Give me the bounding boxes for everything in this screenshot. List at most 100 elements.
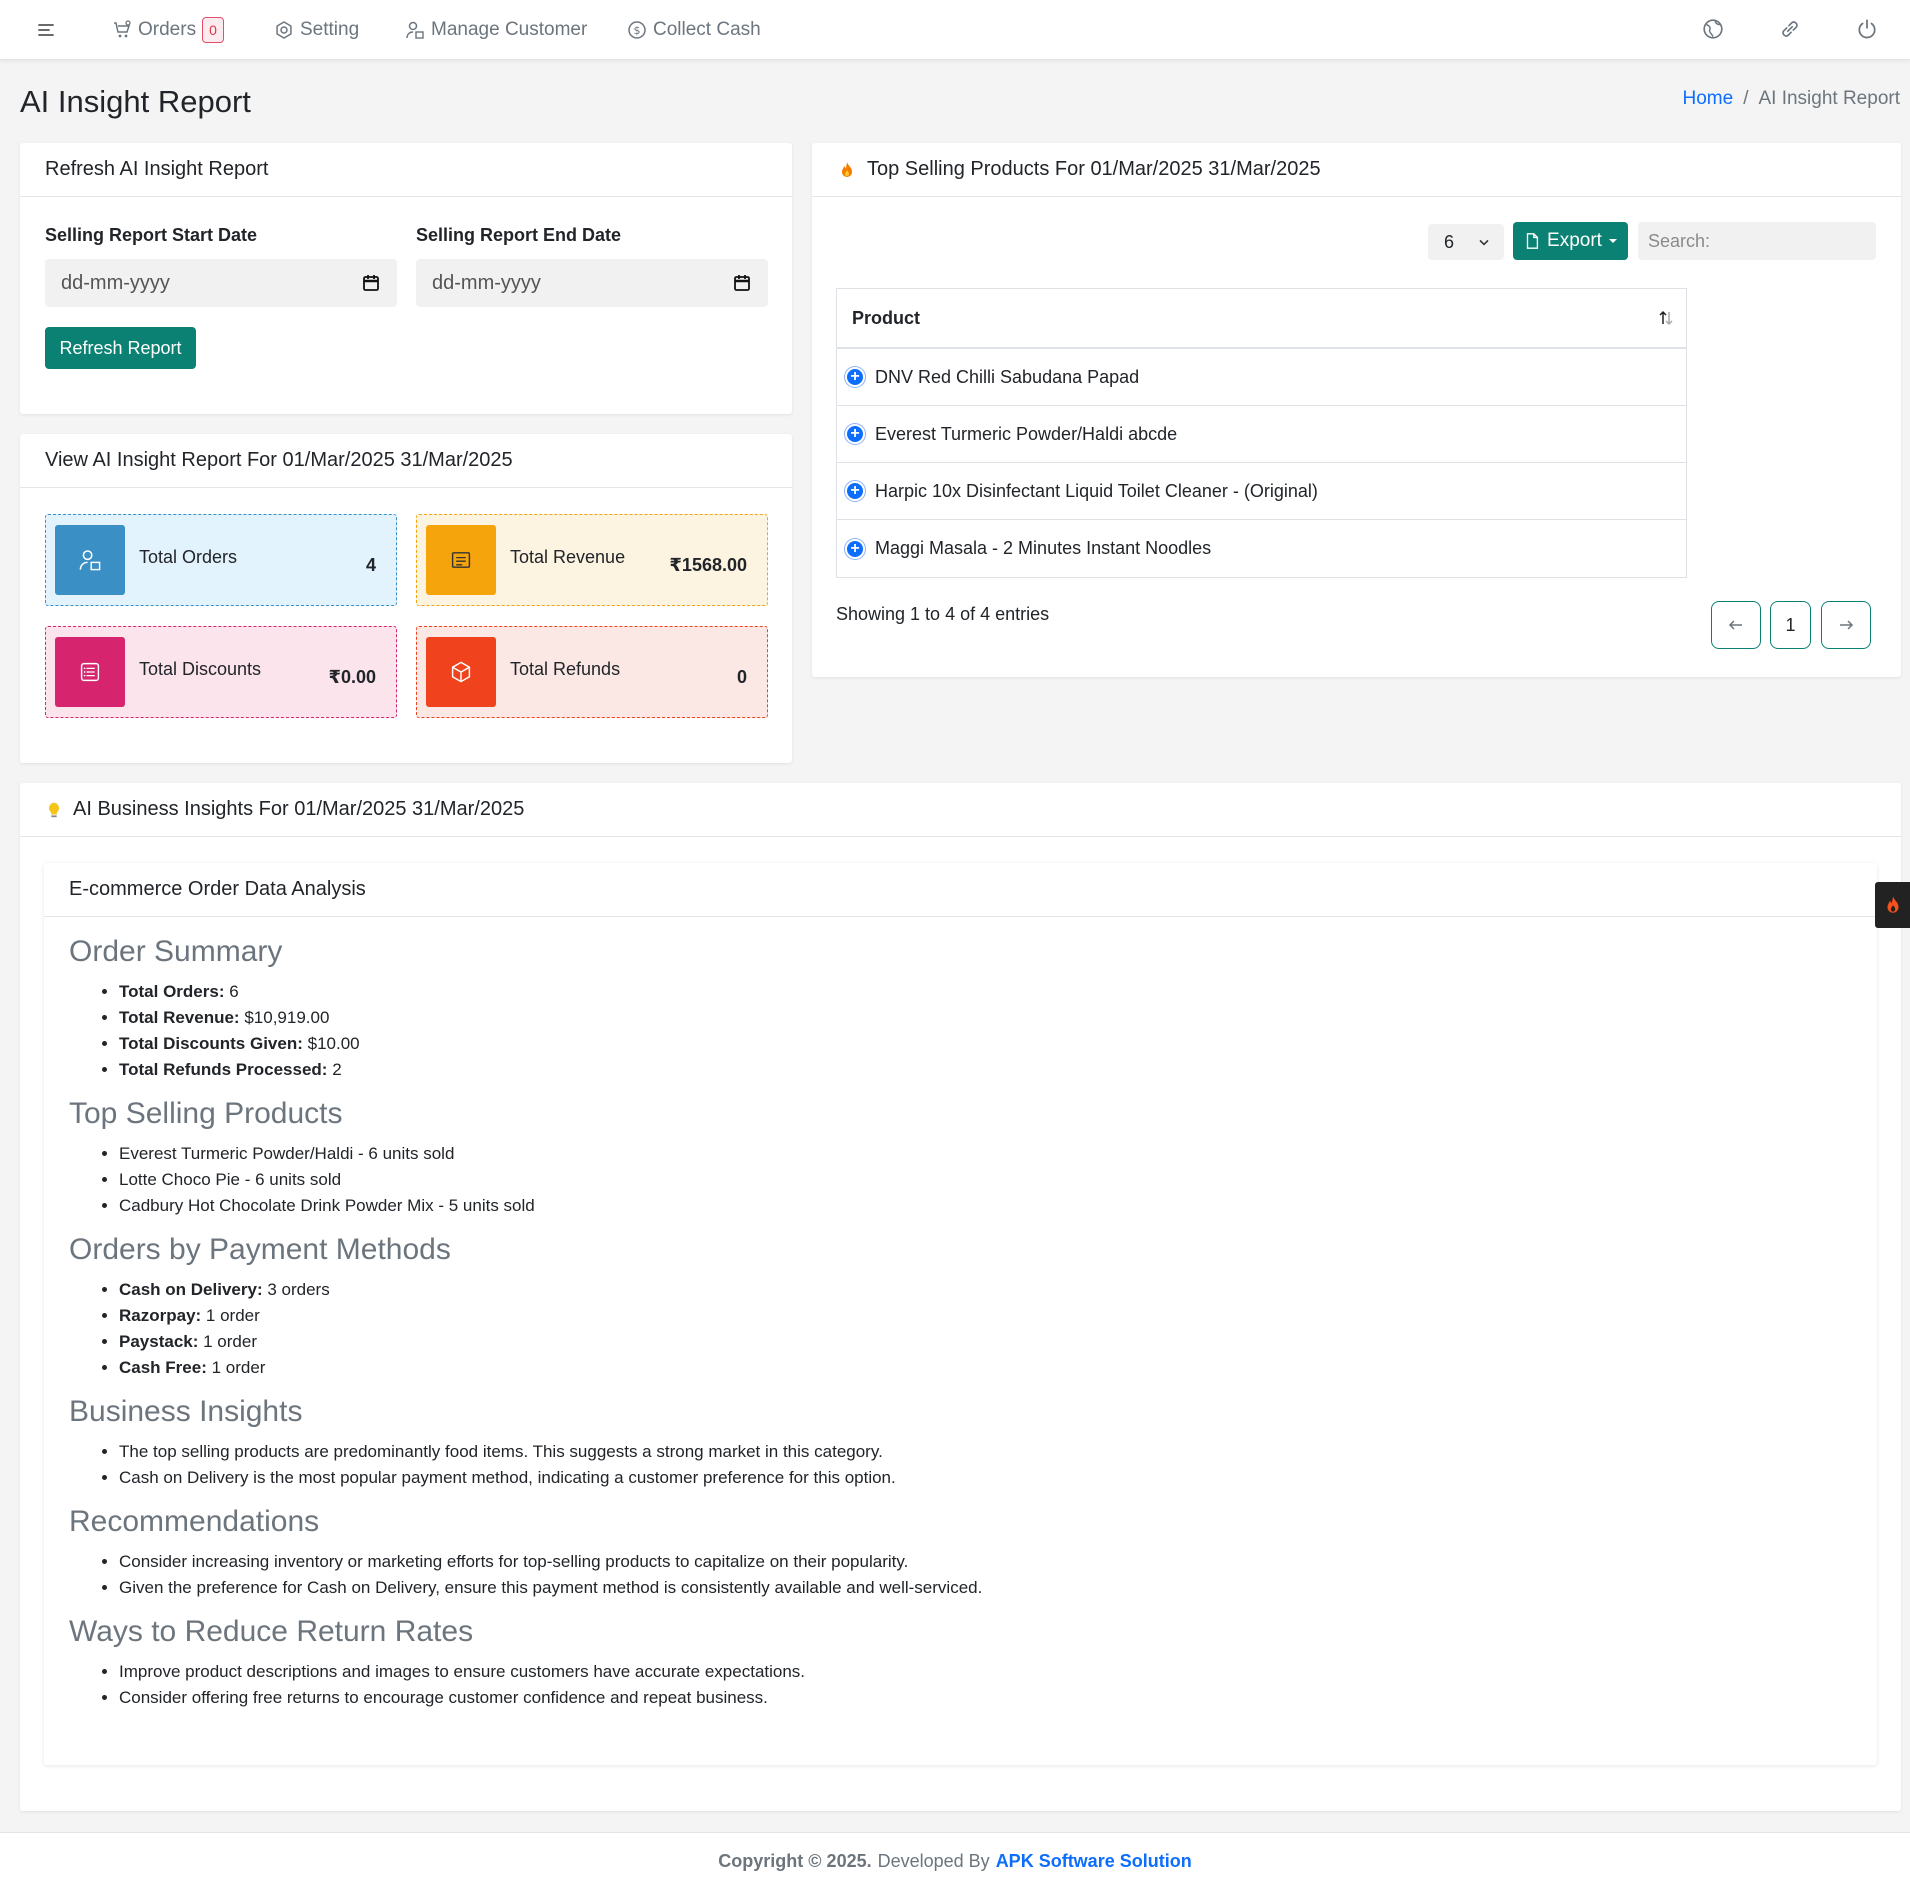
refresh-report-button[interactable]: Refresh Report (45, 327, 196, 369)
footer: Copyright © 2025. Developed By APK Softw… (0, 1832, 1910, 1890)
item-value: 3 orders (267, 1280, 330, 1299)
item-value: $10,919.00 (244, 1008, 330, 1027)
products-table: Product + DNV Red Chilli Sabudana Papad … (836, 288, 1687, 578)
nav-collect-cash-label: Collect Cash (653, 19, 761, 40)
list-icon (55, 637, 125, 707)
top-navbar: Orders 0 Setting Manage Customer $ Colle… (0, 0, 1910, 60)
item-label: Total Refunds Processed: (119, 1060, 328, 1079)
payment-methods-list: Cash on Delivery: 3 orders Razorpay: 1 o… (69, 1277, 1852, 1381)
total-discounts-label: Total Discounts (139, 658, 262, 679)
nav-manage-customer[interactable]: Manage Customer (405, 16, 587, 44)
receipt-icon (426, 525, 496, 595)
list-item: Total Discounts Given: $10.00 (119, 1031, 1852, 1057)
menu-icon[interactable] (32, 16, 60, 44)
top-products-list: Everest Turmeric Powder/Haldi - 6 units … (69, 1141, 1852, 1219)
chevron-down-icon (1479, 239, 1489, 246)
item-value: 1 order (211, 1358, 266, 1377)
total-orders-box: Total Orders 4 (45, 514, 397, 606)
power-icon[interactable] (1852, 14, 1882, 44)
list-item: Lotte Choco Pie - 6 units sold (119, 1167, 1852, 1193)
refresh-report-card: Refresh AI Insight Report Selling Report… (20, 143, 792, 414)
box-icon (426, 637, 496, 707)
list-item: Razorpay: 1 order (119, 1303, 1852, 1329)
breadcrumb-current: AI Insight Report (1758, 88, 1900, 109)
total-revenue-value: ₹1568.00 (669, 554, 747, 575)
next-page-button[interactable] (1821, 601, 1871, 649)
link-icon[interactable] (1775, 14, 1805, 44)
item-value: 1 order (205, 1306, 260, 1325)
total-refunds-box: Total Refunds 0 (416, 626, 768, 718)
search-placeholder: Search: (1648, 230, 1711, 251)
list-item: Total Revenue: $10,919.00 (119, 1005, 1852, 1031)
nav-orders-label: Orders (138, 19, 197, 40)
start-date-input[interactable]: dd-mm-yyyy (45, 259, 397, 307)
return-rates-heading: Ways to Reduce Return Rates (69, 1615, 474, 1648)
refresh-card-title: Refresh AI Insight Report (20, 143, 792, 197)
arrow-left-icon (1728, 620, 1742, 630)
item-label: Total Orders: (119, 982, 225, 1001)
list-item: Cash Free: 1 order (119, 1355, 1852, 1381)
analysis-title: E-commerce Order Data Analysis (44, 863, 1877, 917)
product-column-header[interactable]: Product (837, 289, 1686, 349)
side-fire-tab[interactable] (1875, 882, 1910, 928)
page-button-1[interactable]: 1 (1770, 601, 1811, 649)
start-date-placeholder: dd-mm-yyyy (61, 271, 170, 294)
page-size-select[interactable]: 6 (1428, 224, 1504, 260)
globe-icon[interactable] (1698, 14, 1728, 44)
total-revenue-box: Total Revenue ₹1568.00 (416, 514, 768, 606)
coin-icon: $ (628, 21, 646, 39)
item-label: Total Discounts Given: (119, 1034, 303, 1053)
table-row: + Harpic 10x Disinfectant Liquid Toilet … (837, 463, 1686, 520)
list-item: Cash on Delivery is the most popular pay… (119, 1465, 1852, 1491)
nav-orders[interactable]: Orders 0 (112, 16, 225, 44)
analysis-card: E-commerce Order Data Analysis Order Sum… (44, 863, 1877, 1765)
expand-row-icon[interactable]: + (845, 481, 865, 501)
previous-page-button[interactable] (1711, 601, 1761, 649)
top-selling-header: Top Selling Products For 01/Mar/2025 31/… (812, 143, 1901, 197)
list-item: Total Refunds Processed: 2 (119, 1057, 1852, 1083)
list-item: Given the preference for Cash on Deliver… (119, 1575, 1852, 1601)
nav-collect-cash[interactable]: $ Collect Cash (627, 16, 761, 44)
sort-icon[interactable] (1656, 308, 1676, 328)
nav-setting-label: Setting (300, 19, 360, 40)
total-discounts-box: Total Discounts ₹0.00 (45, 626, 397, 718)
item-value: $10.00 (307, 1034, 360, 1053)
total-orders-label: Total Orders (139, 546, 238, 567)
list-item: Consider offering free returns to encour… (119, 1685, 1852, 1711)
return-rates-list: Improve product descriptions and images … (69, 1659, 1852, 1711)
expand-row-icon[interactable]: + (845, 424, 865, 444)
list-item: Cadbury Hot Chocolate Drink Powder Mix -… (119, 1193, 1852, 1219)
business-insights-list: The top selling products are predominant… (69, 1439, 1852, 1491)
list-item: The top selling products are predominant… (119, 1439, 1852, 1465)
product-column-label: Product (852, 307, 921, 328)
list-item: Everest Turmeric Powder/Haldi - 6 units … (119, 1141, 1852, 1167)
total-revenue-label: Total Revenue (510, 546, 626, 567)
breadcrumb: Home / AI Insight Report (1683, 88, 1901, 110)
list-item: Cash on Delivery: 3 orders (119, 1277, 1852, 1303)
expand-row-icon[interactable]: + (845, 538, 865, 559)
nav-setting[interactable]: Setting (274, 16, 359, 44)
product-name: Harpic 10x Disinfectant Liquid Toilet Cl… (875, 480, 1318, 501)
calendar-icon[interactable] (732, 273, 752, 293)
page-title: AI Insight Report (20, 84, 251, 119)
footer-developed-by: Developed By (877, 1851, 990, 1871)
recommendations-list: Consider increasing inventory or marketi… (69, 1549, 1852, 1601)
gear-icon (276, 21, 292, 39)
business-insights-heading: Business Insights (69, 1395, 303, 1428)
ai-insights-title: AI Business Insights For 01/Mar/2025 31/… (73, 798, 525, 820)
bulb-icon (49, 802, 59, 817)
list-item: Paystack: 1 order (119, 1329, 1852, 1355)
top-products-heading: Top Selling Products (69, 1097, 343, 1130)
breadcrumb-home-link[interactable]: Home (1683, 88, 1734, 110)
calendar-icon[interactable] (361, 273, 381, 293)
page-size-value: 6 (1444, 231, 1455, 252)
export-button[interactable]: Export (1513, 222, 1628, 260)
table-info: Showing 1 to 4 of 4 entries (836, 604, 1050, 624)
search-input[interactable]: Search: (1638, 222, 1876, 260)
end-date-input[interactable]: dd-mm-yyyy (416, 259, 768, 307)
footer-copyright: Copyright © 2025. (718, 1851, 872, 1871)
ai-insights-header: AI Business Insights For 01/Mar/2025 31/… (20, 783, 1901, 837)
product-name: Maggi Masala - 2 Minutes Instant Noodles (875, 538, 1212, 558)
footer-brand-link[interactable]: APK Software Solution (996, 1851, 1192, 1872)
expand-row-icon[interactable]: + (845, 367, 865, 387)
